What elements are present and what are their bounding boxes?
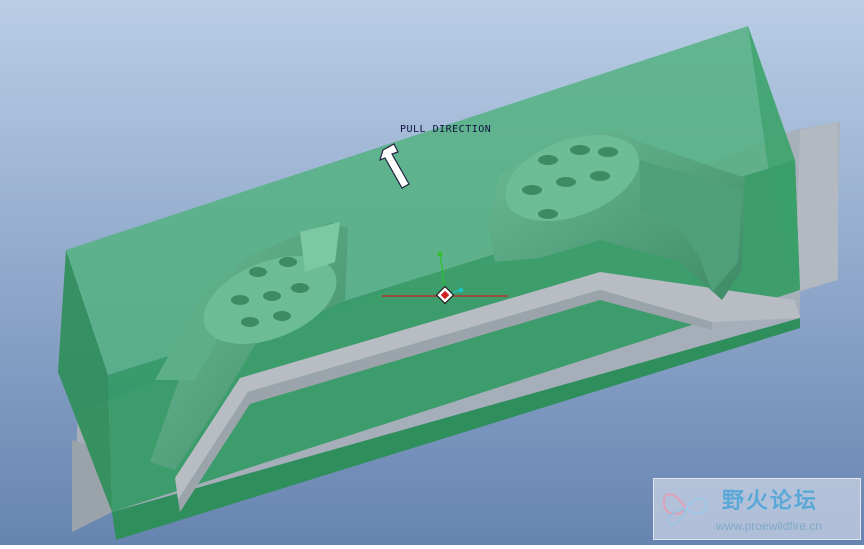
watermark-url: www.proewildfire.cn — [716, 519, 823, 533]
watermark: 野火论坛 www.proewildfire.cn — [653, 478, 861, 540]
butterfly-logo-icon — [662, 493, 708, 526]
watermark-title: 野火论坛 — [722, 489, 819, 514]
viewport-canvas[interactable] — [0, 0, 864, 545]
pull-direction-label: PULL DIRECTION — [400, 124, 492, 135]
model-viewport[interactable]: PULL DIRECTION — [0, 0, 864, 545]
